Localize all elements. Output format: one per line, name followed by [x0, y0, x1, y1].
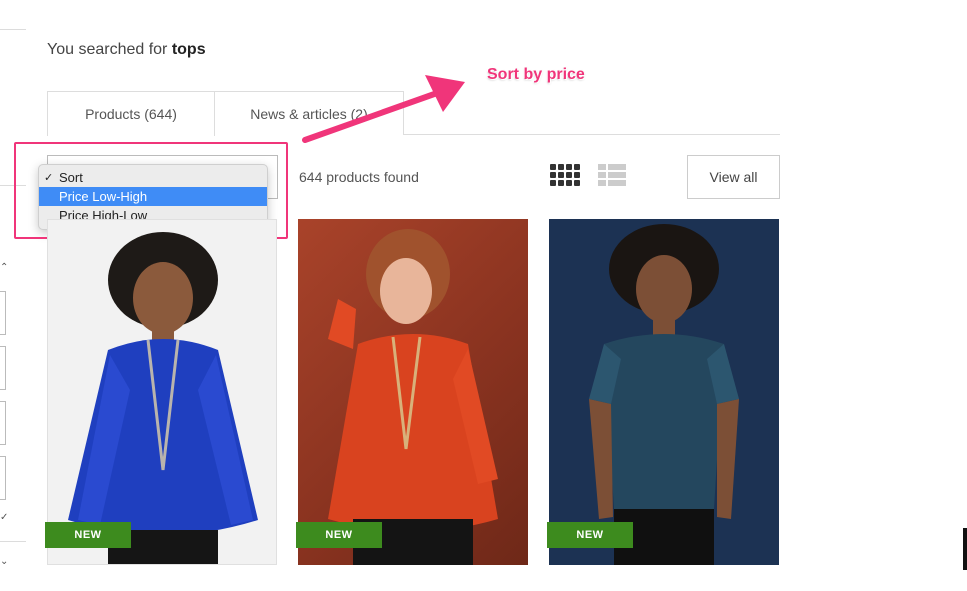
search-query: tops — [171, 41, 206, 58]
grid-view-icon[interactable] — [550, 164, 580, 188]
filter-checkbox[interactable] — [0, 346, 6, 390]
check-icon: ✓ — [0, 512, 9, 523]
annotation-label: Sort by price — [487, 66, 585, 83]
filter-checkbox[interactable] — [0, 291, 6, 335]
new-badge: NEW — [45, 522, 131, 548]
filter-checkbox[interactable] — [0, 401, 6, 445]
annotation-arrow-icon — [302, 75, 465, 143]
product-image — [328, 229, 498, 565]
list-view-icon[interactable] — [598, 164, 628, 188]
product-image — [589, 224, 739, 565]
product-card[interactable] — [47, 219, 277, 565]
search-prefix: You searched for — [47, 41, 172, 58]
sidebar-divider — [0, 541, 26, 542]
new-badge: NEW — [296, 522, 382, 548]
scrollbar-thumb[interactable] — [963, 528, 967, 570]
search-heading: You searched for tops — [47, 41, 206, 59]
results-count: 644 products found — [299, 169, 419, 185]
new-badge: NEW — [547, 522, 633, 548]
view-all-button[interactable]: View all — [687, 155, 780, 199]
product-card[interactable] — [298, 219, 528, 565]
product-card[interactable] — [549, 219, 779, 565]
sidebar-divider — [0, 29, 26, 30]
tab-products[interactable]: Products (644) — [47, 91, 215, 136]
chevron-up-icon[interactable]: ⌃ — [0, 262, 8, 273]
product-image — [68, 232, 258, 564]
chevron-down-icon[interactable]: ⌄ — [0, 556, 8, 567]
filter-checkbox[interactable] — [0, 456, 6, 500]
